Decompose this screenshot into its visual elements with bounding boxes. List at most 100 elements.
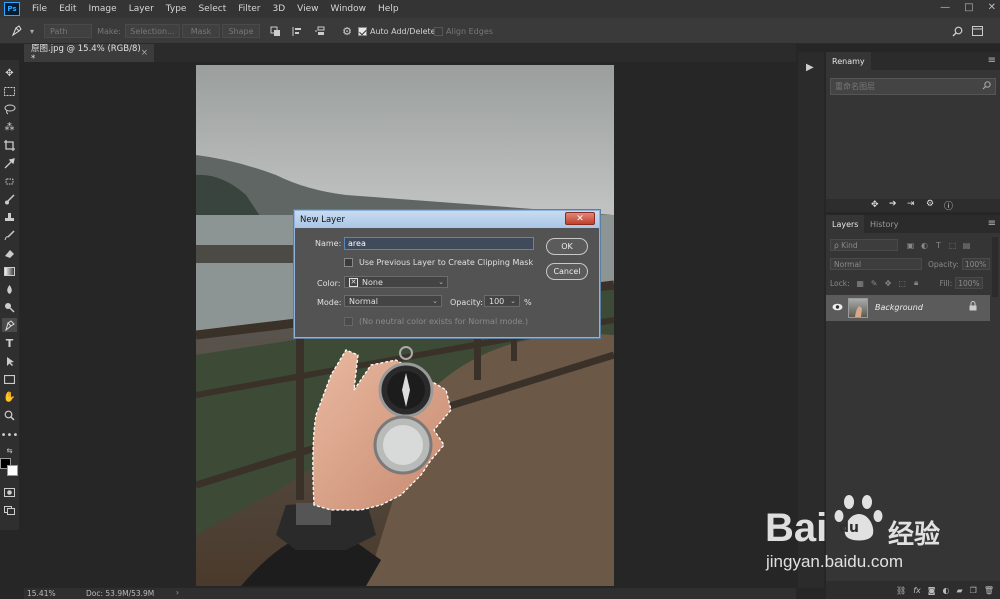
path-selection-icon[interactable] [2, 354, 17, 368]
menu-file[interactable]: File [26, 4, 53, 14]
gear-icon[interactable]: ⚙ [926, 199, 934, 209]
lasso-tool-icon[interactable] [2, 102, 17, 116]
play-icon[interactable]: ▶ [806, 62, 814, 73]
ok-button[interactable]: OK [546, 238, 588, 255]
menu-window[interactable]: Window [325, 4, 373, 14]
zoom-tool-icon[interactable] [2, 408, 17, 422]
chevron-right-icon[interactable]: › [176, 588, 179, 597]
chevron-down-icon[interactable]: ⌄ [510, 297, 516, 305]
quick-mask-icon[interactable] [2, 485, 17, 499]
menu-type[interactable]: Type [160, 4, 193, 14]
healing-brush-icon[interactable] [2, 174, 17, 188]
layer-name-input[interactable]: area [344, 237, 534, 250]
marquee-tool-icon[interactable] [2, 84, 17, 98]
maximize-icon[interactable]: □ [964, 2, 973, 13]
mode-select[interactable]: Path [44, 24, 92, 38]
lock-paint-icon[interactable]: ✎ [870, 279, 879, 288]
new-layer-icon[interactable]: ❐ [970, 586, 977, 595]
minimize-icon[interactable]: — [940, 2, 950, 13]
layer-opacity-input[interactable]: 100% [961, 258, 990, 270]
tab-history[interactable]: History [864, 215, 904, 233]
eraser-tool-icon[interactable] [2, 246, 17, 260]
color-select[interactable]: ✕ None ⌄ [344, 276, 448, 288]
eyedropper-icon[interactable] [2, 156, 17, 170]
magic-wand-icon[interactable]: ⁂ [2, 120, 17, 134]
path-operations-icon[interactable] [268, 24, 282, 38]
layers-scrollbar[interactable] [992, 237, 998, 297]
trash-icon[interactable]: 🗑︎ [984, 586, 994, 595]
shape-button[interactable]: Shape [222, 24, 260, 38]
auto-add-delete-checkbox[interactable]: Auto Add/Delete [358, 24, 436, 38]
kind-filter-select[interactable]: ρ Kind [830, 239, 898, 251]
fx-icon[interactable]: fx [913, 586, 921, 595]
close-icon[interactable]: ✕ [988, 2, 996, 13]
menu-3d[interactable]: 3D [267, 4, 292, 14]
blend-mode-select[interactable]: Normal [830, 258, 922, 270]
workspace-icon[interactable] [970, 24, 984, 38]
search-icon[interactable] [982, 81, 991, 92]
menu-edit[interactable]: Edit [53, 4, 82, 14]
tab-layers[interactable]: Layers [826, 215, 865, 233]
layer-mask-icon[interactable]: ◙ [928, 586, 936, 595]
export-icon[interactable]: ⇥ [907, 199, 915, 209]
path-arrangement-icon[interactable] [312, 24, 328, 38]
info-icon[interactable]: ⓘ [944, 199, 953, 212]
dialog-title-bar[interactable]: New Layer [295, 211, 599, 228]
close-tab-icon[interactable]: × [141, 48, 148, 58]
adjustments-icon[interactable]: ✥ [871, 200, 879, 210]
type-tool-icon[interactable]: T [2, 336, 17, 350]
crop-tool-icon[interactable] [2, 138, 17, 152]
menu-view[interactable]: View [291, 4, 324, 14]
clipping-mask-checkbox[interactable]: Use Previous Layer to Create Clipping Ma… [344, 258, 533, 267]
menu-layer[interactable]: Layer [123, 4, 160, 14]
panel-menu-icon[interactable]: ≡ [988, 218, 996, 229]
dodge-tool-icon[interactable] [2, 300, 17, 314]
menu-image[interactable]: Image [83, 4, 123, 14]
selection-button[interactable]: Selection... [125, 24, 180, 38]
lock-position-icon[interactable]: ✥ [884, 279, 893, 288]
lock-all-icon[interactable]: 🔒︎ [912, 278, 921, 288]
gradient-tool-icon[interactable] [2, 264, 17, 278]
eye-icon[interactable] [832, 303, 843, 314]
lock-transparent-icon[interactable]: ▦ [856, 279, 865, 288]
adjustment-layer-icon[interactable]: ◐ [943, 586, 950, 595]
zoom-level[interactable]: 15.41% [27, 589, 56, 598]
brush-tool-icon[interactable] [2, 192, 17, 206]
menu-select[interactable]: Select [192, 4, 232, 14]
type-filter-icon[interactable]: T [934, 241, 943, 250]
dialog-close-button[interactable]: ✕ [565, 212, 595, 225]
smart-object-filter-icon[interactable]: ▤ [962, 241, 971, 250]
pixel-filter-icon[interactable]: ▣ [906, 241, 915, 250]
document-tab[interactable]: 原图.jpg @ 15.4% (RGB/8) * × [24, 44, 154, 64]
menu-help[interactable]: Help [372, 4, 405, 14]
align-edges-checkbox[interactable]: Align Edges [434, 24, 494, 38]
tab-renamy[interactable]: Renamy [826, 52, 871, 70]
path-alignment-icon[interactable] [290, 24, 304, 38]
adjustment-filter-icon[interactable]: ◐ [920, 241, 929, 250]
move-tool-icon[interactable]: ✥ [2, 66, 17, 80]
shape-filter-icon[interactable]: ⬚ [948, 241, 957, 250]
renamy-search-input[interactable]: 重命名图层 [830, 78, 996, 95]
arrow-right-icon[interactable]: ➔ [889, 199, 897, 209]
hand-tool-icon[interactable]: ✋ [2, 390, 17, 404]
cancel-button[interactable]: Cancel [546, 263, 588, 280]
mode-select[interactable]: Normal ⌄ [344, 295, 442, 307]
search-icon[interactable] [950, 24, 964, 38]
chevron-down-icon[interactable]: ▾ [28, 24, 36, 38]
pen-tool-icon[interactable] [2, 318, 17, 332]
history-brush-icon[interactable] [2, 228, 17, 242]
lock-artboard-icon[interactable]: ⬚ [898, 279, 907, 288]
blur-tool-icon[interactable] [2, 282, 17, 296]
swap-colors-icon[interactable]: ⇆ [2, 444, 17, 458]
link-layers-icon[interactable]: ⛓ [896, 586, 906, 595]
layer-row-background[interactable]: Background [826, 295, 990, 321]
panel-menu-icon[interactable]: ≡ [988, 55, 996, 66]
pen-icon[interactable] [8, 24, 26, 38]
fill-input[interactable]: 100% [955, 277, 984, 289]
screen-mode-icon[interactable] [2, 503, 17, 517]
rectangle-tool-icon[interactable] [2, 372, 17, 386]
background-color-swatch[interactable] [7, 465, 18, 476]
opacity-input[interactable]: 100 ⌄ [484, 295, 520, 307]
more-tools-icon[interactable]: ••• [1, 428, 19, 442]
mask-button[interactable]: Mask [182, 24, 220, 38]
